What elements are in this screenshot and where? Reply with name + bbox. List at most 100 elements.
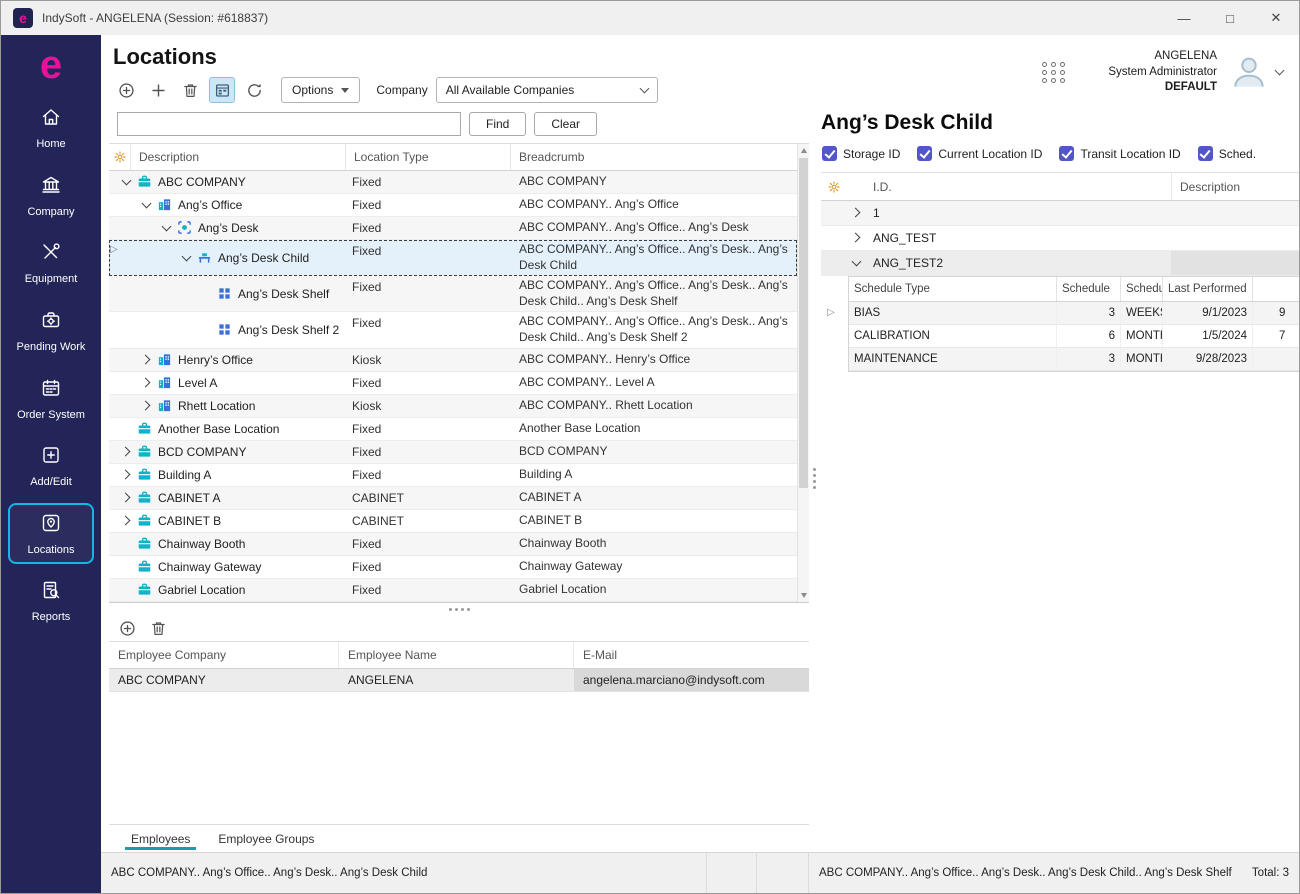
location-row[interactable]: Building AFixedBuilding A [109,464,797,487]
location-row[interactable]: Ang’s OfficeFixedABC COMPANY.. Ang’s Off… [109,194,797,217]
sidebar-item-company[interactable]: Company [8,165,94,227]
sidebar-item-order-system[interactable]: Order System [8,368,94,430]
horizontal-splitter[interactable] [109,603,809,615]
column-chooser-icon[interactable] [821,173,847,200]
home-icon [40,106,62,133]
location-row[interactable]: ABC COMPANYFixedABC COMPANY [109,171,797,194]
location-row[interactable]: Ang’s DeskFixedABC COMPANY.. Ang’s Offic… [109,217,797,240]
sidebar-item-reports[interactable]: Reports [8,570,94,632]
schedule-row[interactable]: CALIBRATION6MONTHS1/5/20247 [849,325,1299,348]
id-row[interactable]: ANG_TEST [821,226,1299,251]
column-header-id[interactable]: I.D. [847,173,1171,200]
sidebar-item-locations[interactable]: Locations [8,503,94,565]
chevron-right-icon[interactable] [119,513,135,529]
refresh-button[interactable] [241,77,267,103]
location-row[interactable]: BCD COMPANYFixedBCD COMPANY [109,441,797,464]
chevron-down-icon[interactable] [139,197,155,213]
location-row[interactable]: Chainway GatewayFixedChainway Gateway [109,556,797,579]
checkbox-storage-id[interactable]: Storage ID [822,146,900,161]
schedule-column-header[interactable]: Schedule Type [849,277,1057,301]
checkbox-transit-location-id[interactable]: Transit Location ID [1059,146,1180,161]
search-input[interactable] [117,112,461,136]
location-row[interactable]: Gabriel LocationFixedGabriel Location [109,579,797,602]
maximize-button[interactable]: □ [1207,1,1253,35]
chevron-down-icon[interactable] [179,250,195,266]
employee-company-cell: ABC COMPANY [109,669,339,691]
vertical-splitter[interactable] [809,105,819,852]
schedule-row[interactable]: MAINTENANCE3MONTHS9/28/2023 [849,348,1299,371]
location-row[interactable]: Level AFixedABC COMPANY.. Level A [109,372,797,395]
company-select[interactable]: All Available Companies [436,77,658,103]
location-row[interactable]: CABINET BCABINETCABINET B [109,510,797,533]
location-row[interactable]: Henry’s OfficeKioskABC COMPANY.. Henry’s… [109,349,797,372]
chevron-right-icon[interactable] [139,352,155,368]
checkbox-current-location-id[interactable]: Current Location ID [917,146,1042,161]
close-button[interactable]: ✕ [1253,1,1299,35]
chevron-right-icon[interactable] [139,398,155,414]
column-chooser-icon[interactable] [109,144,131,170]
column-header-email[interactable]: E-Mail [574,642,809,668]
column-header-breadcrumb[interactable]: Breadcrumb [511,144,809,170]
id-row[interactable]: 1 [821,201,1299,226]
id-row[interactable]: ANG_TEST2 [821,251,1299,276]
location-name: Henry’s Office [178,353,253,367]
location-row[interactable]: CABINET ACABINETCABINET A [109,487,797,510]
app-window: e IndySoft - ANGELENA (Session: #618837)… [0,0,1300,894]
column-header-description[interactable]: Description [131,144,346,170]
delete-employee-button[interactable] [147,617,169,639]
column-header-location-type[interactable]: Location Type [346,144,511,170]
location-row[interactable]: Another Base LocationFixedAnother Base L… [109,418,797,441]
profile-menu[interactable] [1229,52,1283,92]
chevron-right-icon[interactable] [119,444,135,460]
schedule-column-header[interactable] [1253,277,1299,301]
card-view-button[interactable] [209,77,235,103]
chevron-right-icon[interactable] [849,230,865,246]
location-row[interactable]: Ang’s Desk ChildFixedABC COMPANY.. Ang’s… [109,240,797,276]
scroll-down-icon[interactable] [801,593,807,598]
sidebar-item-home[interactable]: Home [8,97,94,159]
sidebar-item-add-edit[interactable]: Add/Edit [8,435,94,497]
add-location-button[interactable] [113,77,139,103]
location-description-cell: Ang’s Desk Shelf 2 [109,312,346,347]
employee-row[interactable]: ABC COMPANYANGELENAangelena.marciano@ind… [109,669,809,692]
find-button[interactable]: Find [469,112,526,136]
column-header-employee-name[interactable]: Employee Name [339,642,574,668]
vertical-scrollbar[interactable] [797,144,809,602]
chevron-down-icon[interactable] [119,174,135,190]
add-employee-button[interactable] [116,617,138,639]
sidebar-item-pending-work[interactable]: Pending Work [8,300,94,362]
chevron-down-icon[interactable] [849,255,865,271]
schedule-row[interactable]: BIAS3WEEKS9/1/20239 [849,302,1299,325]
column-header-employee-company[interactable]: Employee Company [109,642,339,668]
chevron-right-icon[interactable] [119,467,135,483]
chevron-right-icon[interactable] [139,375,155,391]
chevron-right-icon[interactable] [119,490,135,506]
breadcrumb-cell: ABC COMPANY.. Level A [511,372,797,394]
sidebar-item-equipment[interactable]: Equipment [8,232,94,294]
location-row[interactable]: Chainway BoothFixedChainway Booth [109,533,797,556]
checkbox-sched-[interactable]: Sched. [1198,146,1256,161]
column-header-description[interactable]: Description [1171,173,1299,200]
clear-button[interactable]: Clear [534,112,597,136]
scrollbar-thumb[interactable] [799,158,808,488]
delete-location-button[interactable] [177,77,203,103]
schedule-column-header[interactable]: Schedule [1057,277,1121,301]
location-type-cell: Fixed [346,240,511,275]
apps-grid-icon[interactable] [1042,62,1066,83]
row-expander-icon[interactable]: ▷ [110,245,118,255]
chevron-down-icon[interactable] [159,220,175,236]
schedule-column-header[interactable]: Schedu [1121,277,1163,301]
row-expander-icon[interactable]: ▷ [827,308,835,318]
scroll-up-icon[interactable] [801,148,807,153]
minimize-button[interactable]: — [1161,1,1207,35]
options-button[interactable]: Options [281,77,360,103]
status-total: Total: 3 [1252,867,1289,879]
location-row[interactable]: Rhett LocationKioskABC COMPANY.. Rhett L… [109,395,797,418]
tab-employees[interactable]: Employees [117,825,204,852]
add-child-location-button[interactable] [145,77,171,103]
location-row[interactable]: Ang’s Desk ShelfFixedABC COMPANY.. Ang’s… [109,276,797,312]
chevron-right-icon[interactable] [849,205,865,221]
tab-employee-groups[interactable]: Employee Groups [204,825,328,852]
location-row[interactable]: Ang’s Desk Shelf 2FixedABC COMPANY.. Ang… [109,312,797,348]
schedule-column-header[interactable]: Last Performed [1163,277,1253,301]
